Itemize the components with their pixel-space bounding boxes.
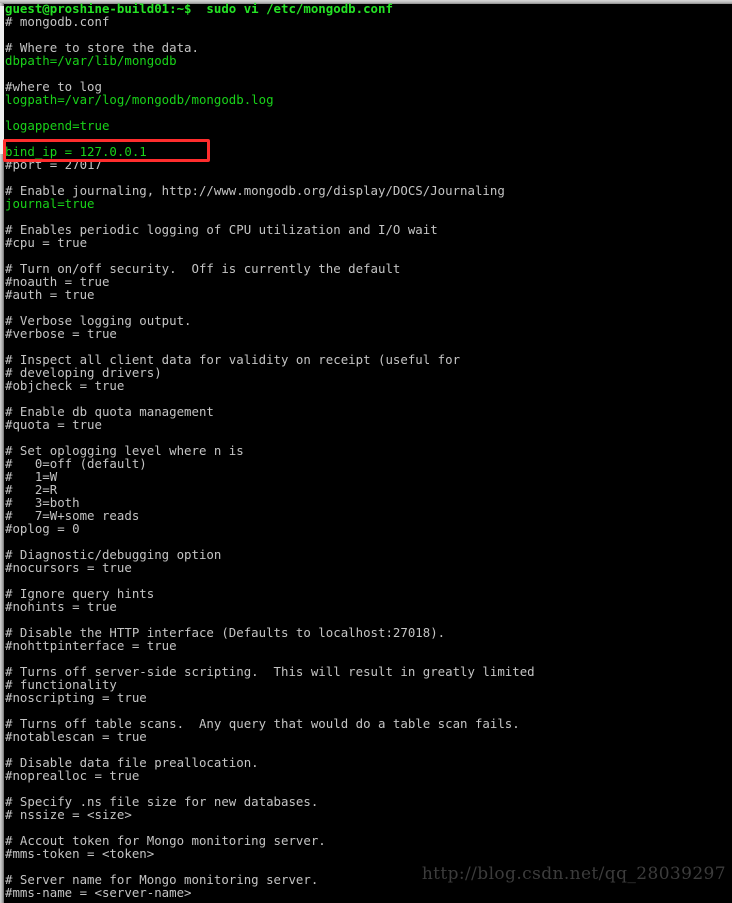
terminal-line: #noauth = true (5, 274, 110, 289)
terminal-line: # 7=W+some reads (5, 508, 140, 523)
terminal-line: logpath=/var/log/mongodb/mongodb.log (5, 92, 274, 107)
terminal-line: #noscripting = true (5, 690, 147, 705)
terminal-line: #objcheck = true (5, 378, 125, 393)
terminal-line: # Enable journaling, http://www.mongodb.… (5, 183, 505, 198)
terminal-line: #nohttpinterface = true (5, 638, 177, 653)
terminal-line: #nocursors = true (5, 560, 132, 575)
terminal-line: #auth = true (5, 287, 95, 302)
terminal-line: # Enables periodic logging of CPU utiliz… (5, 222, 438, 237)
terminal-line: # nssize = <size> (5, 807, 132, 822)
terminal-text-area[interactable]: guest@proshine-build01:~$ sudo vi /etc/m… (5, 2, 732, 903)
terminal-line: logappend=true (5, 118, 110, 133)
terminal-line: # mongodb.conf (5, 14, 110, 29)
terminal-line: #mms-name = <server-name> (5, 885, 192, 900)
terminal-line: # 2=R (5, 482, 58, 497)
terminal-line: #oplog = 0 (5, 521, 80, 536)
terminal-line: #mms-token = <token> (5, 846, 155, 861)
terminal-line: bind_ip = 127.0.0.1 (5, 144, 147, 159)
terminal-line: dbpath=/var/lib/mongodb (5, 53, 177, 68)
terminal-line: #cpu = true (5, 235, 88, 250)
terminal-window[interactable]: guest@proshine-build01:~$ sudo vi /etc/m… (0, 0, 732, 903)
terminal-line: #noprealloc = true (5, 768, 140, 783)
terminal-line: # 0=off (default) (5, 456, 147, 471)
terminal-line: # Turn on/off security. Off is currently… (5, 261, 401, 276)
terminal-line: # 1=W (5, 469, 58, 484)
terminal-line: #verbose = true (5, 326, 117, 341)
terminal-line: #quota = true (5, 417, 102, 432)
terminal-line: guest@proshine-build01:~$ sudo vi /etc/m… (5, 1, 393, 16)
scrollbar-thumb[interactable] (0, 6, 4, 154)
terminal-line: #notablescan = true (5, 729, 147, 744)
terminal-line: journal=true (5, 196, 95, 211)
watermark-text: http://blog.csdn.net/qq_28039297 (421, 864, 726, 884)
terminal-line: #nohints = true (5, 599, 117, 614)
terminal-line: #port = 27017 (5, 157, 102, 172)
terminal-line: # Enable db quota management (5, 404, 214, 419)
scrollbar-track[interactable] (0, 3, 4, 903)
